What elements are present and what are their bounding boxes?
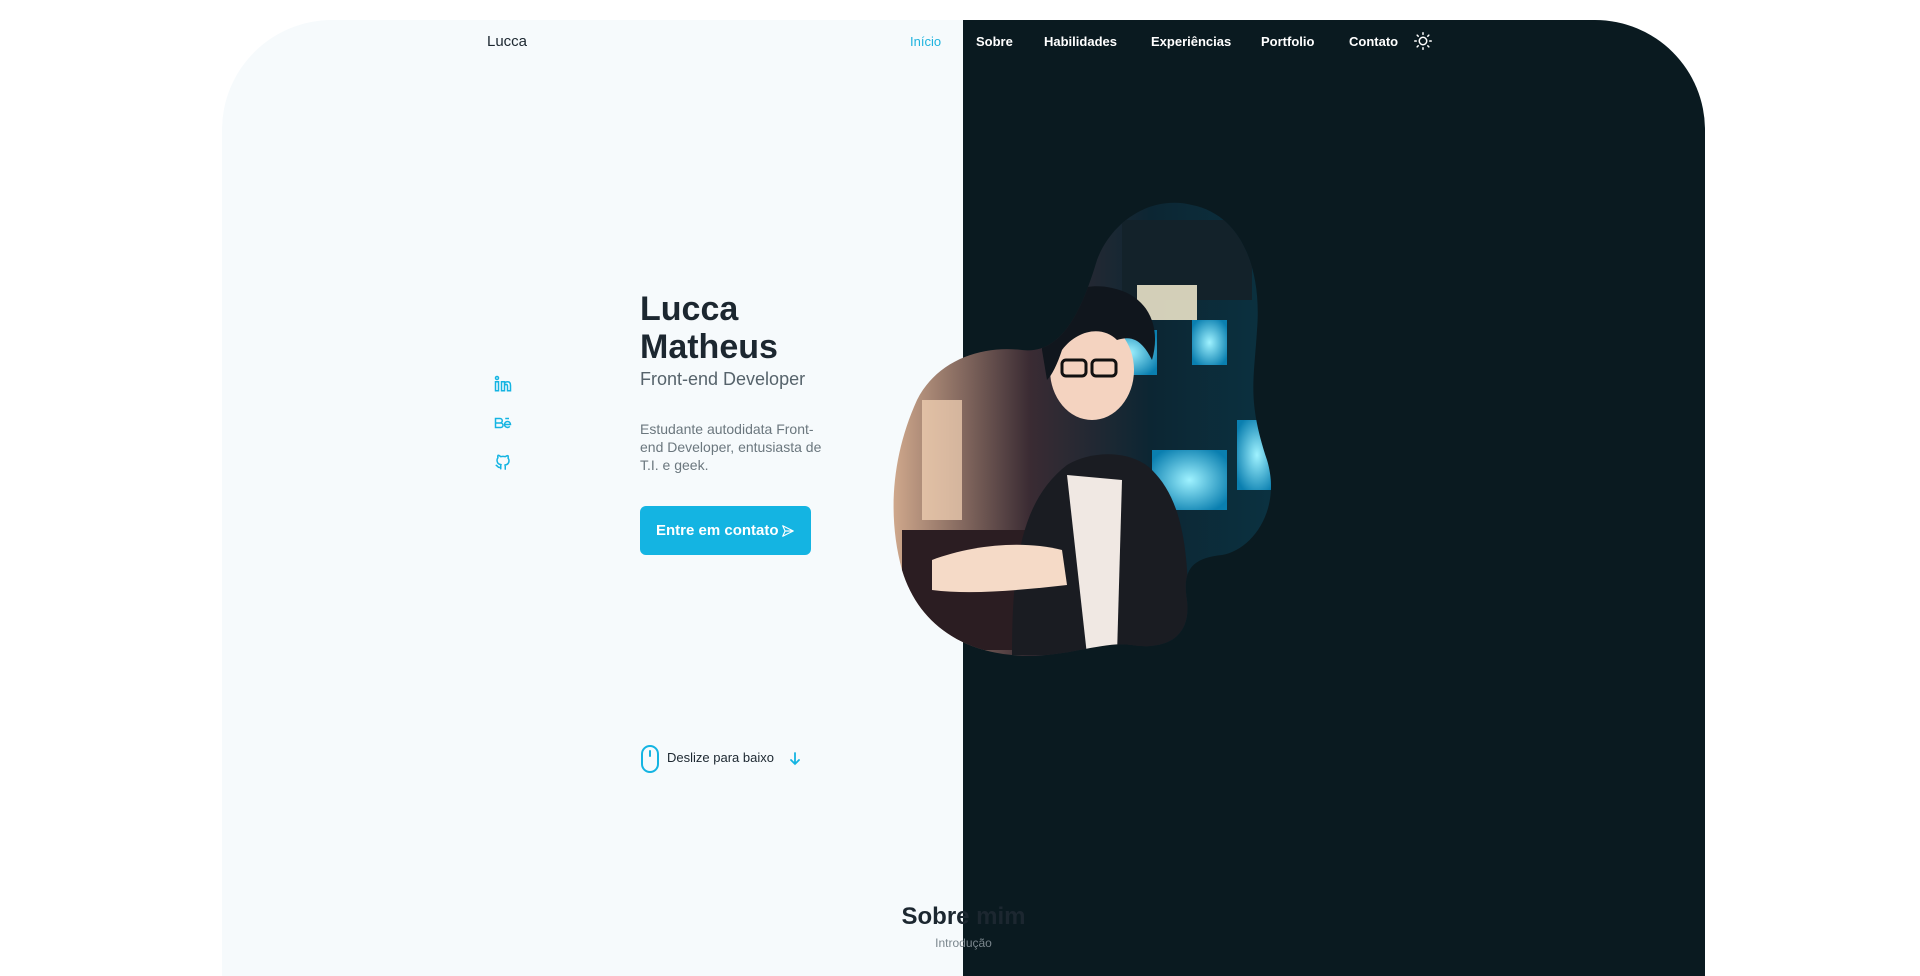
- contact-button-label: Entre em contato: [656, 522, 779, 539]
- scroll-down-label[interactable]: Deslize para baixo: [667, 750, 774, 765]
- page-frame: Lucca Início Sobre Habilidades Experiênc…: [222, 20, 1705, 976]
- linkedin-icon[interactable]: [494, 375, 512, 393]
- mouse-icon[interactable]: [640, 744, 660, 774]
- github-icon[interactable]: [494, 453, 512, 471]
- logo[interactable]: Lucca: [487, 33, 527, 50]
- hero-illustration: [893, 202, 1271, 656]
- arrow-down-icon[interactable]: [789, 752, 801, 766]
- nav-experiencias[interactable]: Experiências: [1151, 34, 1231, 49]
- hero-subtitle: Front-end Developer: [640, 369, 806, 389]
- behance-icon[interactable]: [494, 414, 512, 432]
- nav-contato[interactable]: Contato: [1349, 34, 1398, 49]
- sun-icon[interactable]: [1414, 32, 1432, 50]
- send-icon: [781, 524, 794, 537]
- about-section-subtitle: Introdução: [935, 936, 992, 950]
- hero-name: Lucca Matheus: [640, 290, 778, 366]
- about-section-title: Sobre mim: [901, 903, 1026, 930]
- hero-description: Estudante autodidata Front-end Developer…: [640, 421, 822, 473]
- nav-habilidades[interactable]: Habilidades: [1044, 34, 1117, 49]
- nav-portfolio[interactable]: Portfolio: [1261, 34, 1314, 49]
- nav-sobre[interactable]: Sobre: [976, 34, 1013, 49]
- nav-inicio[interactable]: Início: [910, 34, 941, 49]
- contact-button[interactable]: Entre em contato: [640, 506, 811, 555]
